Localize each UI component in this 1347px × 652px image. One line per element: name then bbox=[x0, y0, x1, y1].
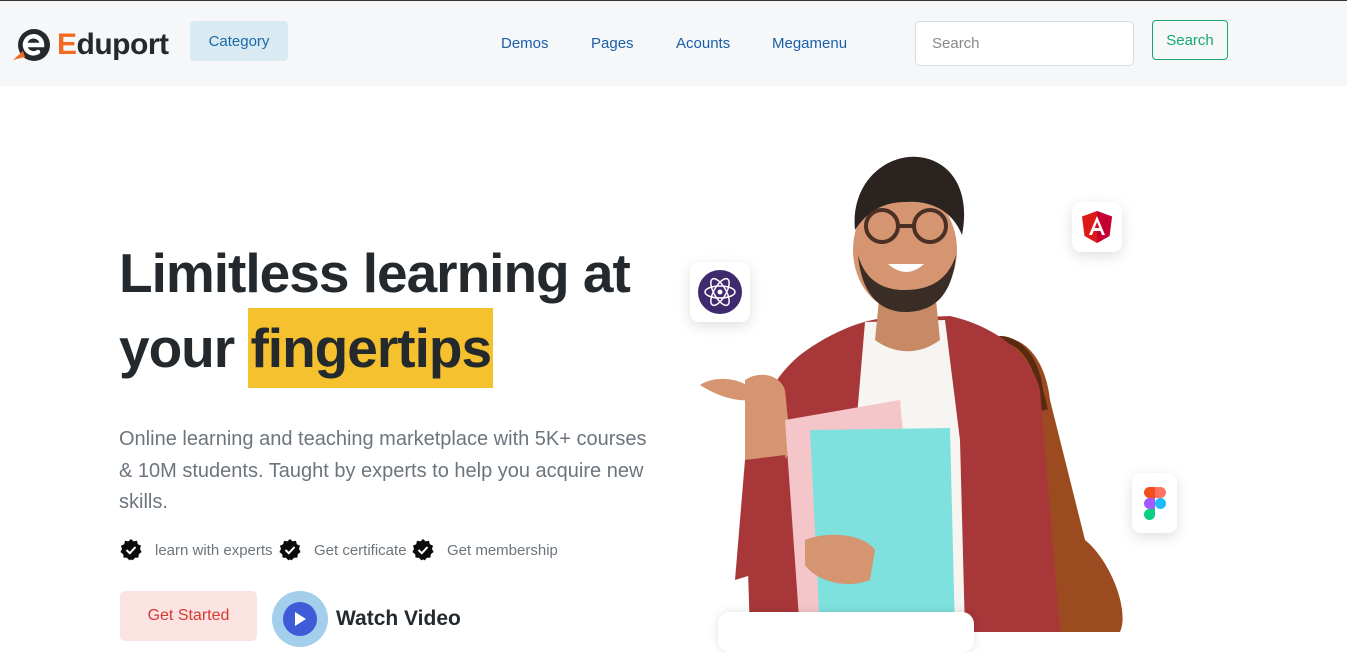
feature-label: learn with experts bbox=[155, 541, 273, 559]
feature-label: Get certificate bbox=[314, 541, 407, 559]
brand-logo[interactable]: Eduport bbox=[13, 27, 169, 63]
watch-video-label: Watch Video bbox=[336, 607, 461, 630]
eduport-logo-icon bbox=[13, 29, 50, 61]
angular-icon-tile bbox=[1072, 202, 1122, 252]
play-button[interactable] bbox=[272, 591, 328, 647]
figma-icon-tile bbox=[1132, 473, 1177, 533]
verified-check-icon bbox=[412, 539, 434, 561]
nav-pages[interactable]: Pages bbox=[591, 35, 634, 52]
category-button[interactable]: Category bbox=[190, 21, 288, 61]
figma-icon bbox=[1143, 486, 1166, 520]
search-button[interactable]: Search bbox=[1152, 20, 1228, 60]
headline-line-2-prefix: your bbox=[119, 317, 249, 379]
feature-item: Get certificate bbox=[278, 538, 407, 562]
search-input[interactable]: Search bbox=[915, 21, 1134, 66]
atom-icon-tile bbox=[690, 262, 750, 322]
play-icon bbox=[283, 602, 317, 636]
nav-demos[interactable]: Demos bbox=[501, 35, 549, 52]
stats-card bbox=[718, 612, 974, 652]
site-header: Eduport Category Demos Pages Acounts Meg… bbox=[0, 1, 1347, 86]
headline-line-1: Limitless learning at bbox=[119, 242, 631, 304]
headline-highlight: fingertips bbox=[248, 308, 494, 388]
nav-megamenu[interactable]: Megamenu bbox=[772, 35, 847, 52]
get-started-button[interactable]: Get Started bbox=[120, 591, 257, 641]
nav-accounts[interactable]: Acounts bbox=[676, 35, 730, 52]
search-placeholder: Search bbox=[932, 35, 980, 52]
atom-icon bbox=[698, 270, 742, 314]
angular-icon bbox=[1082, 211, 1112, 243]
feature-label: Get membership bbox=[447, 541, 558, 559]
feature-item: Get membership bbox=[411, 538, 558, 562]
verified-check-icon bbox=[120, 539, 142, 561]
watch-video-button[interactable]: Watch Video bbox=[272, 591, 461, 647]
hero-description: Online learning and teaching marketplace… bbox=[119, 428, 647, 513]
verified-check-icon bbox=[279, 539, 301, 561]
brand-name: Eduport bbox=[57, 28, 169, 61]
feature-item: learn with experts bbox=[119, 538, 273, 562]
hero-headline: Limitless learning at your fingertips bbox=[119, 238, 631, 388]
